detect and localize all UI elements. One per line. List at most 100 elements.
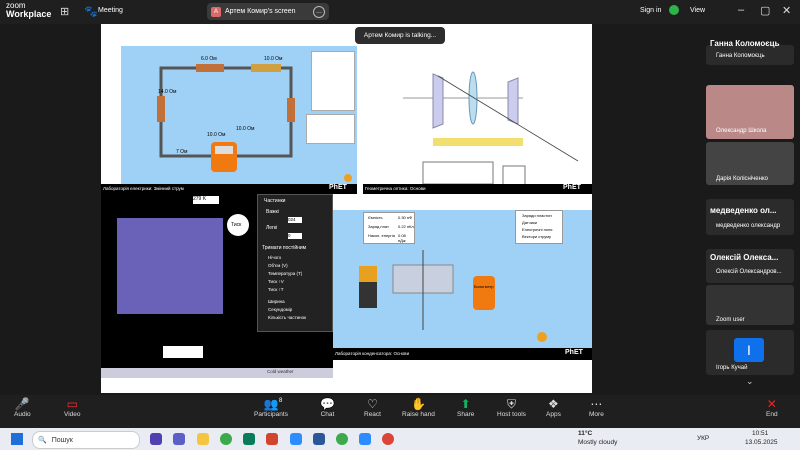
edge-icon[interactable]: [243, 433, 255, 445]
resistor-label: 6.0 Ом: [201, 56, 217, 62]
bucket[interactable]: [163, 346, 203, 358]
sim-navbar: Геометрична оптика: Основи PhET: [363, 184, 592, 194]
chat-button[interactable]: 💬 Chat: [320, 397, 335, 418]
view-button[interactable]: View: [690, 7, 705, 14]
radio-option[interactable]: Об'єм (V): [268, 263, 288, 268]
radio-option[interactable]: Температура (T): [268, 271, 302, 276]
heavy-value[interactable]: 024: [288, 217, 302, 223]
control-panel[interactable]: [311, 51, 355, 111]
chrome-icon[interactable]: [220, 433, 232, 445]
talking-toast: Артем Комир is talking...: [355, 27, 445, 44]
zoom-icon[interactable]: [359, 433, 371, 445]
control-panel[interactable]: [306, 114, 355, 144]
const-header: Тримати постійним: [262, 245, 307, 251]
participants-panel[interactable]: Ганна Коломоєць Ганна Коломоєць Олександ…: [706, 39, 794, 390]
clock-date: 13.05.2025: [745, 439, 778, 446]
phet-logo[interactable]: PhET: [329, 184, 347, 191]
teams-icon[interactable]: [173, 433, 185, 445]
participant-name: медведенко олександр: [716, 223, 781, 229]
maximize-icon[interactable]: ▢: [760, 4, 770, 17]
light-value[interactable]: 0: [288, 233, 302, 239]
thermometer: 279 K: [193, 196, 219, 204]
reset-icon[interactable]: [344, 174, 352, 182]
participant-tile[interactable]: Дарія Колісніченко: [706, 142, 794, 185]
checkbox-option[interactable]: Ширина: [268, 299, 285, 304]
word-icon[interactable]: [313, 433, 325, 445]
controls-panel[interactable]: Частинки Важкі 024 Легкі 0 Тримати пості…: [257, 194, 333, 332]
search-placeholder: Пошук: [51, 436, 73, 444]
shield-icon: [669, 5, 679, 15]
apps-button[interactable]: ❖ Apps: [546, 397, 561, 418]
heart-icon: ♡: [367, 397, 378, 411]
resistor-label: 10.0 Ом: [264, 56, 283, 62]
participant-tile[interactable]: Олексій Олекса... Олексій Олександров...: [706, 249, 794, 283]
sim-circuit[interactable]: 6.0 Ом 10.0 Ом 14.0 Ом 10.0 Ом 10.0 Ом 7…: [101, 46, 357, 194]
sim-title: Геометрична оптика: Основи: [365, 186, 426, 191]
phet-logo[interactable]: PhET: [563, 184, 581, 191]
meeting-toolbar: 🎤 Audio ▭ Video 👥 Participants 8 💬 Chat ♡ Rea…: [0, 395, 800, 428]
taskbar-app-icon[interactable]: [150, 433, 162, 445]
meeting-label: Meeting: [98, 7, 123, 14]
screen-share-pill[interactable]: A Артем Комир's screen …: [207, 3, 329, 20]
voltmeter: [473, 276, 495, 310]
logo-bottom-text: Workplace: [6, 9, 52, 19]
radio-option[interactable]: Тиск ↑V: [268, 279, 284, 284]
weather-temp: 11°C: [578, 430, 593, 437]
chrome-icon[interactable]: [382, 433, 394, 445]
checkbox-option[interactable]: Секундомір: [268, 307, 292, 312]
taskbar-search[interactable]: 🔍 Пошук: [32, 431, 140, 449]
raise-hand-button[interactable]: ✋ Raise hand: [402, 397, 435, 418]
participant-tile[interactable]: медведенко ол... медведенко олександр: [706, 199, 794, 235]
end-button[interactable]: ✕ End: [766, 397, 778, 418]
windows-start-icon[interactable]: [11, 433, 23, 445]
battery-terminal: [359, 266, 377, 282]
hand-icon: ✋: [410, 397, 426, 411]
audio-button[interactable]: 🎤 Audio: [14, 397, 31, 418]
radio-option[interactable]: Тиск ↑T: [268, 287, 284, 292]
chrome-icon[interactable]: [336, 433, 348, 445]
signin-link[interactable]: Sign in: [640, 7, 661, 14]
title-bar: zoom Workplace ⊞ 🐾 Meeting A Артем Комир…: [0, 0, 800, 24]
zoom-icon[interactable]: [290, 433, 302, 445]
participant-name-large: Олексій Олекса...: [710, 253, 779, 262]
light-label: Легкі: [266, 225, 278, 231]
weather-desc: Mostly cloudy: [578, 439, 618, 446]
video-button[interactable]: ▭ Video: [64, 397, 81, 418]
office-icon[interactable]: [266, 433, 278, 445]
resistor-label: 14.0 Ом: [158, 89, 177, 95]
minimize-icon[interactable]: –: [738, 4, 744, 16]
shared-screen: 6.0 Ом 10.0 Ом 14.0 Ом 10.0 Ом 10.0 Ом 7…: [101, 24, 592, 393]
participant-tile[interactable]: I Ігорь Кучай: [706, 330, 794, 375]
participant-name: Zoom user: [716, 317, 745, 323]
participant-name-large: Ганна Коломоєць: [710, 39, 780, 48]
share-button[interactable]: ⬆ Share: [457, 397, 474, 418]
reset-icon[interactable]: [537, 332, 547, 342]
host-tools-button[interactable]: ⛨ Host tools: [497, 397, 526, 418]
radio-option[interactable]: Нічого: [268, 255, 281, 260]
grid-icon[interactable]: ⊞: [60, 5, 69, 18]
sim-capacitor[interactable]: Ємність Заряд плат Накоп. енергія 0.30 п…: [333, 210, 592, 360]
participant-name: Ігорь Кучай: [716, 365, 748, 371]
apps-label: Apps: [546, 411, 561, 418]
more-label: More: [589, 411, 604, 418]
react-button[interactable]: ♡ React: [364, 397, 381, 418]
phet-logo[interactable]: PhET: [565, 349, 583, 356]
sim-gas[interactable]: 279 K Тиск Частинки Важкі 024 Легкі 0 Тр…: [101, 194, 333, 368]
chevron-down-icon[interactable]: ⌄: [746, 376, 754, 387]
participant-tile[interactable]: Zoom user: [706, 285, 794, 325]
language-indicator[interactable]: УКР: [697, 435, 709, 442]
explorer-icon[interactable]: [197, 433, 209, 445]
video-off-icon: ▭: [66, 397, 78, 411]
more-icon[interactable]: …: [313, 5, 325, 18]
participants-button[interactable]: 👥 Participants: [254, 397, 288, 418]
sim-optics[interactable]: Геометрична оптика: Основи PhET: [363, 46, 592, 194]
participant-tile[interactable]: Ганна Коломоєць Ганна Коломоєць: [706, 39, 794, 65]
chat-icon: 💬: [320, 397, 335, 411]
participant-tile[interactable]: Олександр Школа: [706, 85, 794, 139]
resistor-label: 10.0 Ом: [207, 132, 226, 138]
clock-time: 10:51: [752, 430, 769, 437]
checkbox-option[interactable]: Кількість частинок: [268, 315, 306, 320]
close-icon[interactable]: ✕: [782, 4, 791, 17]
participants-count: 8: [279, 398, 283, 404]
more-button[interactable]: ⋯ More: [589, 397, 604, 418]
